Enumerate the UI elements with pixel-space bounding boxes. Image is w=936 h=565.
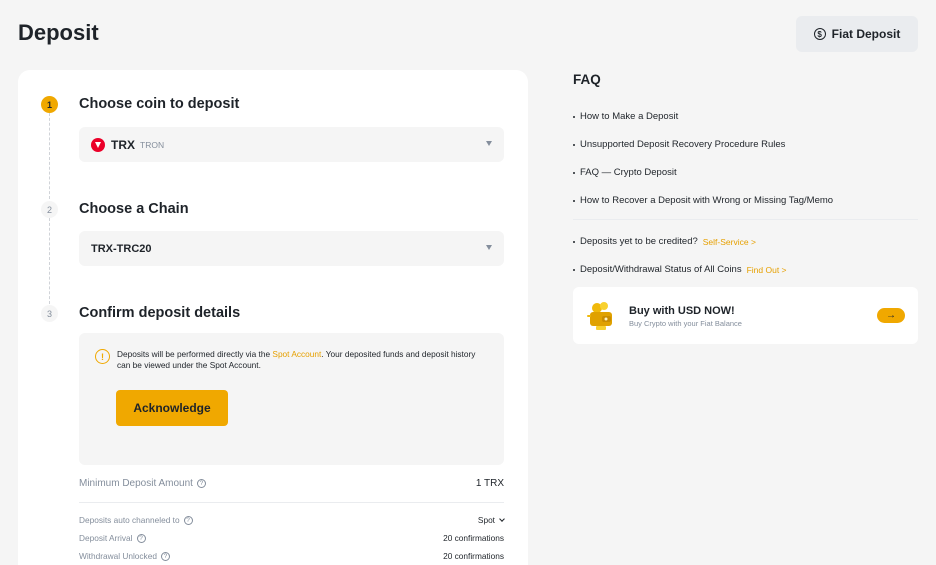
arrival-label: Deposit Arrival <box>79 533 133 543</box>
spot-account-link[interactable]: Spot Account <box>272 349 321 359</box>
channel-row: Deposits auto channeled to ? Spot <box>79 515 505 525</box>
channel-dropdown[interactable]: Spot <box>477 515 505 525</box>
warning-icon: ! <box>95 349 110 364</box>
faq-link[interactable]: How to Recover a Deposit with Wrong or M… <box>573 195 833 206</box>
bullet-icon <box>573 268 575 271</box>
acknowledge-button[interactable]: Acknowledge <box>116 390 228 426</box>
arrival-value: 20 confirmations <box>443 533 504 543</box>
notice-text: Deposits will be performed directly via … <box>117 349 477 370</box>
coin-select[interactable]: TRX TRON <box>79 127 504 162</box>
wallet-coins-icon <box>587 302 612 330</box>
dollar-coin-icon: $ <box>813 28 826 40</box>
deposit-notice: ! Deposits will be performed directly vi… <box>79 333 504 465</box>
step-number: 1 <box>41 96 58 113</box>
bullet-icon <box>573 240 575 243</box>
chain-select[interactable]: TRX-TRC20 <box>79 231 504 266</box>
min-deposit-row: Minimum Deposit Amount ? 1 TRX <box>79 478 504 489</box>
find-out-link[interactable]: Find Out > <box>747 265 787 275</box>
faq-link-text: How to Make a Deposit <box>580 111 679 122</box>
status-item: Deposit/Withdrawal Status of All Coins F… <box>573 264 787 275</box>
unlock-value: 20 confirmations <box>443 551 504 561</box>
divider <box>573 219 918 220</box>
faq-link[interactable]: FAQ — Crypto Deposit <box>573 167 677 178</box>
help-icon[interactable]: ? <box>183 515 193 525</box>
chain-value: TRX-TRC20 <box>91 242 152 255</box>
tron-icon <box>91 137 105 152</box>
arrow-right-icon[interactable]: → <box>877 308 905 323</box>
help-icon[interactable]: ? <box>196 479 206 488</box>
fiat-deposit-label: Fiat Deposit <box>831 27 901 41</box>
step-title: Choose a Chain <box>79 201 189 217</box>
unlock-label: Withdrawal Unlocked <box>79 551 157 561</box>
bullet-icon <box>573 115 575 118</box>
faq-link[interactable]: How to Make a Deposit <box>573 111 678 122</box>
chevron-down-icon <box>499 515 505 522</box>
promo-subtitle: Buy Crypto with your Fiat Balance <box>629 319 742 328</box>
notice-text-part: Deposits will be performed directly via … <box>117 349 273 359</box>
row-label: Deposits auto channeled to ? <box>79 515 193 525</box>
help-icon[interactable]: ? <box>136 533 146 543</box>
divider <box>79 502 504 503</box>
min-deposit-label: Minimum Deposit Amount <box>79 478 193 489</box>
row-label: Deposit Arrival ? <box>79 533 146 543</box>
status-label: Deposit/Withdrawal Status of All Coins <box>580 264 742 275</box>
faq-link-text: Unsupported Deposit Recovery Procedure R… <box>580 139 786 150</box>
row-label: Withdrawal Unlocked ? <box>79 551 170 561</box>
bullet-icon <box>573 143 575 146</box>
pending-deposits-item: Deposits yet to be credited? Self-Servic… <box>573 236 756 247</box>
min-deposit-value: 1 TRX <box>475 478 504 489</box>
pending-deposits-label: Deposits yet to be credited? <box>580 236 698 247</box>
channel-label: Deposits auto channeled to <box>79 515 180 525</box>
caret-down-icon <box>486 245 492 250</box>
coin-name: TRON <box>140 139 165 150</box>
channel-value: Spot <box>477 515 495 525</box>
arrival-row: Deposit Arrival ? 20 confirmations <box>79 533 504 543</box>
step-number: 3 <box>41 305 58 322</box>
row-label: Minimum Deposit Amount ? <box>79 478 206 489</box>
page-title: Deposit <box>18 20 99 45</box>
bullet-icon <box>573 199 575 202</box>
faq-link[interactable]: Unsupported Deposit Recovery Procedure R… <box>573 139 785 150</box>
help-icon[interactable]: ? <box>160 551 170 561</box>
caret-down-icon <box>486 141 492 146</box>
faq-link-text: FAQ — Crypto Deposit <box>580 167 677 178</box>
step-connector <box>49 218 50 304</box>
step-connector <box>49 113 50 199</box>
unlock-row: Withdrawal Unlocked ? 20 confirmations <box>79 551 504 561</box>
fiat-deposit-button[interactable]: $ Fiat Deposit <box>796 16 918 52</box>
faq-link-text: How to Recover a Deposit with Wrong or M… <box>580 195 834 206</box>
self-service-link[interactable]: Self-Service > <box>703 237 756 247</box>
coin-symbol: TRX <box>111 137 135 152</box>
faq-title: FAQ <box>573 72 601 87</box>
promo-title: Buy with USD NOW! <box>629 305 735 317</box>
step-title: Confirm deposit details <box>79 305 241 321</box>
buy-usd-promo[interactable]: Buy with USD NOW! Buy Crypto with your F… <box>573 287 918 344</box>
bullet-icon <box>573 171 575 174</box>
step-title: Choose coin to deposit <box>79 96 240 112</box>
step-number: 2 <box>41 201 58 218</box>
